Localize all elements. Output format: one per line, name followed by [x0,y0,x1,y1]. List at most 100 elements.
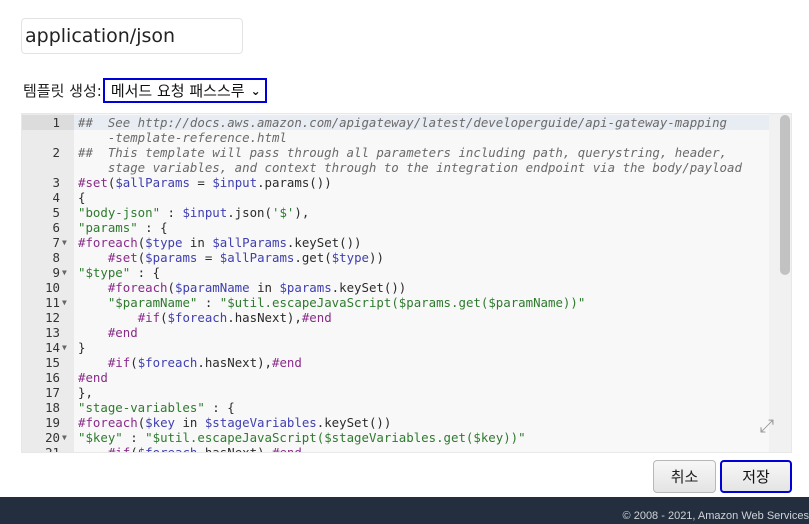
code-line[interactable]: 8 #set($params = $allParams.get($type)) [22,250,791,265]
code-token: ( [167,280,175,295]
editor-scrollbar[interactable] [769,114,791,452]
code-token: $params [279,280,332,295]
code-line[interactable]: 13 #end [22,325,791,340]
code-token: .json( [227,205,272,220]
code-token: $input [212,175,258,190]
code-token: "stage-variables" [78,400,205,415]
code-token: $type [145,235,183,250]
code-token: '$' [271,205,295,220]
code-line[interactable]: 4{ [22,190,791,205]
code-token: ## See http://docs.aws.amazon.com/apigat… [78,115,728,130]
code-token: ( [160,310,168,325]
cancel-button[interactable]: 취소 [653,460,716,493]
code-line[interactable]: 1 ## See http://docs.aws.amazon.com/apiga… [22,115,791,130]
editor-scrollbar-thumb[interactable] [780,115,790,275]
code-text: "$key" : "$util.escapeJavaScript($stageV… [78,430,526,445]
code-line[interactable]: 6 "params" : { [22,220,791,235]
code-text: "$type" : { [78,265,160,280]
code-token: .hasNext), [227,310,302,325]
code-text: -template-reference.html [78,130,287,145]
code-line[interactable]: 18 "stage-variables" : { [22,400,791,415]
code-text: #if($foreach.hasNext),#end [78,355,302,370]
code-token: in [175,415,205,430]
code-text: #foreach($key in $stageVariables.keySet(… [78,415,391,430]
line-number: 2 [52,145,60,160]
code-text: "body-json" : $input.json('$'), [78,205,309,220]
line-number: 20 [45,430,60,445]
line-number: 6 [52,220,60,235]
fold-arrow-icon[interactable]: ▼ [62,295,72,310]
code-text: ## See http://docs.aws.amazon.com/apigat… [78,115,727,130]
line-number: 12 [45,310,60,325]
line-number: 10 [45,280,60,295]
code-line[interactable]: -template-reference.html [22,130,791,145]
line-number: 1 [52,115,60,130]
line-number: 5 [52,205,60,220]
fold-arrow-icon[interactable]: ▼ [62,340,72,355]
line-number: 21 [45,445,60,453]
code-token: $foreach [137,445,198,453]
line-number: 14 [45,340,60,355]
line-number: 17 [45,385,60,400]
code-line[interactable]: 10 #foreach($paramName in $params.keySet… [22,280,791,295]
code-line[interactable]: 5 "body-json" : $input.json('$'), [22,205,791,220]
template-select[interactable]: 메서드 요청 패스스루 ⌄ [102,78,267,103]
code-token: { [78,190,86,205]
code-line[interactable]: 20 ▼ "$key" : "$util.escapeJavaScript($sta… [22,430,791,445]
fold-arrow-icon[interactable]: ▼ [62,235,72,250]
code-token: "body-json" [78,205,161,220]
code-line[interactable]: 9 ▼ "$type" : { [22,265,791,280]
code-token: .params()) [257,175,332,190]
code-line[interactable]: 7 ▼ #foreach($type in $allParams.keySet()) [22,235,791,250]
code-line[interactable]: 11 ▼ "$paramName" : "$util.escapeJavaScri… [22,295,791,310]
code-token: .keySet()) [316,415,392,430]
fold-arrow-icon[interactable]: ▼ [62,430,72,445]
code-token: -template-reference.html [78,130,287,145]
code-text: #end [78,370,108,385]
code-line[interactable]: 15 #if($foreach.hasNext),#end [22,355,791,370]
code-text: #foreach($paramName in $params.keySet()) [78,280,406,295]
code-line[interactable]: 14 ▼} [22,340,791,355]
code-token: "$util.escapeJavaScript($params.get($par… [219,295,586,310]
code-token: "$type" [78,265,131,280]
code-token: #end [272,445,302,453]
line-number: 3 [52,175,60,190]
code-text: ## This template will pass through all p… [78,145,727,160]
line-number: 18 [45,400,60,415]
code-text: } [78,340,85,355]
code-token: #set [78,175,108,190]
code-token: $key [145,415,175,430]
code-line[interactable]: 3 #set($allParams = $input.params()) [22,175,791,190]
code-token: $foreach [167,310,228,325]
code-line[interactable]: stage variables, and context through to … [22,160,791,175]
code-text: stage variables, and context through to … [78,160,742,175]
code-editor[interactable]: 1 ## See http://docs.aws.amazon.com/apiga… [21,113,792,453]
code-token: #set [107,250,138,265]
code-token: $stageVariables [204,415,317,430]
code-text: #set($allParams = $input.params()) [78,175,332,190]
code-text: #end [78,325,138,340]
code-token: #foreach [107,280,168,295]
code-line[interactable]: 16 #end [22,370,791,385]
code-line[interactable]: 21 #if($foreach.hasNext),#end [22,445,791,453]
expand-diagonal-icon[interactable]: ⤢ [756,416,778,438]
code-token: "$util.escapeJavaScript($stageVariables.… [145,430,526,445]
code-token: .get( [294,250,332,265]
code-token: "$key" [78,430,123,445]
code-token: = [197,250,220,265]
line-number: 4 [52,190,60,205]
code-line[interactable]: 12 #if($foreach.hasNext),#end [22,310,791,325]
code-line[interactable]: 19 #foreach($key in $stageVariables.keySe… [22,415,791,430]
code-token: ( [130,355,138,370]
line-number: 19 [45,415,60,430]
code-line[interactable]: 17}, [22,385,791,400]
save-button[interactable]: 저장 [720,460,792,493]
code-token: ), [294,205,310,220]
fold-arrow-icon[interactable]: ▼ [62,265,72,280]
code-token: : [122,430,146,445]
content-type-field[interactable]: application/json [21,18,243,54]
code-line[interactable]: 2 ## This template will pass through all … [22,145,791,160]
